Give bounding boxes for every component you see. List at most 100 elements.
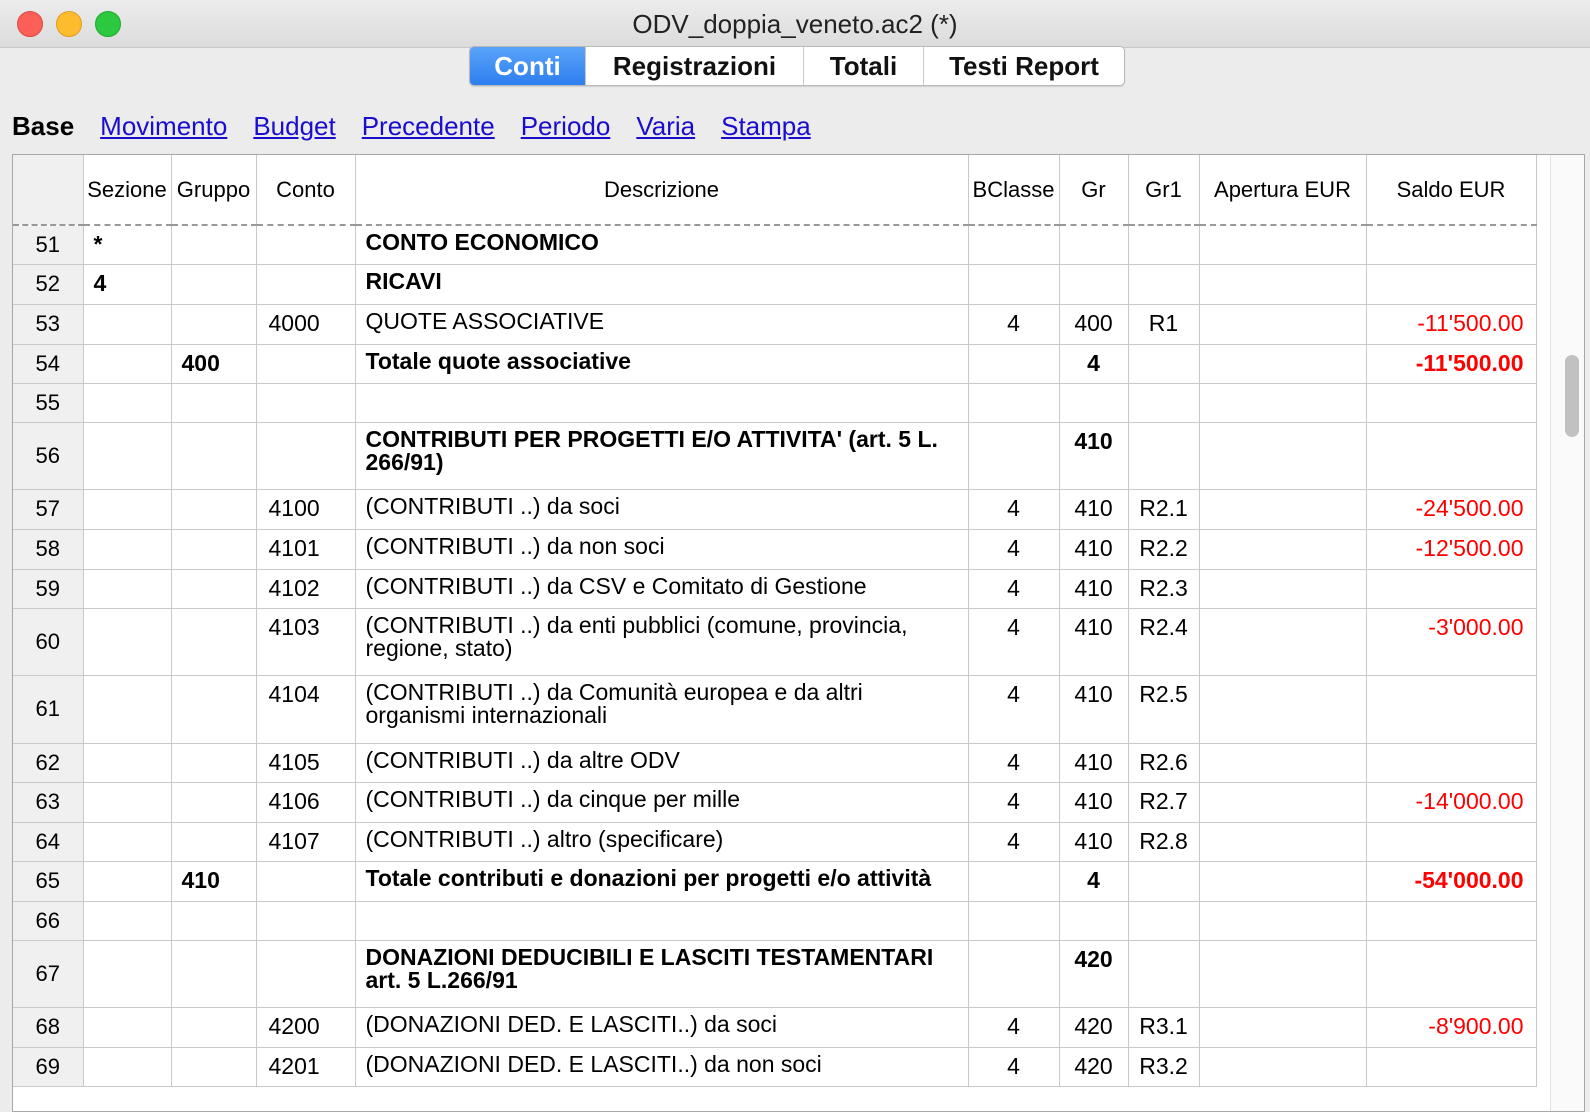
table-row[interactable]: 57 4100 (CONTRIBUTI ..) da soci 4 410 R2.1 -24… xyxy=(13,489,1537,530)
cell-descrizione[interactable]: (CONTRIBUTI ..) da enti pubblici (comune… xyxy=(355,608,969,676)
column-header-bclasse[interactable]: BClasse xyxy=(968,155,1060,226)
cell-gruppo[interactable] xyxy=(171,822,257,862)
cell-gr1[interactable] xyxy=(1128,861,1200,902)
cell-bclasse[interactable]: 4 xyxy=(968,489,1060,530)
cell-gruppo[interactable]: 400 xyxy=(171,344,257,384)
table-row[interactable]: 54 400 Totale quote associative 4 -11'500.00 xyxy=(13,344,1537,384)
cell-gruppo[interactable] xyxy=(171,422,257,490)
cell-descrizione[interactable]: RICAVI xyxy=(355,264,969,305)
cell-sezione[interactable] xyxy=(83,822,172,862)
row-number[interactable]: 62 xyxy=(13,743,84,783)
cell-bclasse[interactable]: 4 xyxy=(968,822,1060,862)
cell-gr1[interactable] xyxy=(1128,383,1200,423)
cell-apertura[interactable] xyxy=(1199,225,1367,265)
cell-descrizione[interactable]: Totale quote associative xyxy=(355,344,969,384)
cell-gr1[interactable] xyxy=(1128,225,1200,265)
cell-gr[interactable] xyxy=(1059,264,1129,305)
cell-saldo[interactable] xyxy=(1366,225,1537,265)
cell-gr[interactable]: 400 xyxy=(1059,304,1129,345)
column-header-saldo[interactable]: Saldo EUR xyxy=(1366,155,1537,226)
cell-descrizione[interactable]: DONAZIONI DEDUCIBILI E LASCITI TESTAMENT… xyxy=(355,940,969,1008)
cell-gr1[interactable]: R3.1 xyxy=(1128,1007,1200,1048)
cell-apertura[interactable] xyxy=(1199,1047,1367,1087)
cell-sezione[interactable] xyxy=(83,529,172,570)
cell-gr[interactable] xyxy=(1059,901,1129,941)
row-number[interactable]: 67 xyxy=(13,940,84,1008)
cell-bclasse[interactable]: 4 xyxy=(968,743,1060,783)
cell-sezione[interactable] xyxy=(83,304,172,345)
column-header-gr1[interactable]: Gr1 xyxy=(1128,155,1200,226)
cell-bclasse[interactable]: 4 xyxy=(968,675,1060,744)
cell-sezione[interactable] xyxy=(83,383,172,423)
cell-gr1[interactable] xyxy=(1128,901,1200,941)
cell-bclasse[interactable]: 4 xyxy=(968,529,1060,570)
row-number[interactable]: 66 xyxy=(13,901,84,941)
cell-descrizione[interactable]: (CONTRIBUTI ..) da soci xyxy=(355,489,969,530)
cell-gr[interactable]: 420 xyxy=(1059,1047,1129,1087)
row-number[interactable]: 61 xyxy=(13,675,84,744)
cell-saldo[interactable] xyxy=(1366,940,1537,1008)
cell-apertura[interactable] xyxy=(1199,383,1367,423)
cell-bclasse[interactable]: 4 xyxy=(968,608,1060,676)
cell-gr1[interactable] xyxy=(1128,264,1200,305)
cell-descrizione[interactable]: (CONTRIBUTI ..) altro (specificare) xyxy=(355,822,969,862)
cell-sezione[interactable] xyxy=(83,861,172,902)
cell-apertura[interactable] xyxy=(1199,901,1367,941)
cell-descrizione[interactable]: (CONTRIBUTI ..) da Comunità europea e da… xyxy=(355,675,969,744)
table-row[interactable]: 51 * CONTO ECONOMICO xyxy=(13,225,1537,265)
cell-gruppo[interactable] xyxy=(171,383,257,423)
column-header-apertura[interactable]: Apertura EUR xyxy=(1199,155,1367,226)
tab-conti[interactable]: Conti xyxy=(470,47,586,85)
table-row[interactable]: 61 4104 (CONTRIBUTI ..) da Comunità europe… xyxy=(13,675,1537,744)
cell-gr[interactable]: 4 xyxy=(1059,861,1129,902)
cell-apertura[interactable] xyxy=(1199,264,1367,305)
cell-saldo[interactable]: -24'500.00 xyxy=(1366,489,1537,530)
row-number[interactable]: 55 xyxy=(13,383,84,423)
view-link-periodo[interactable]: Periodo xyxy=(521,111,611,142)
cell-gruppo[interactable] xyxy=(171,264,257,305)
cell-saldo[interactable] xyxy=(1366,822,1537,862)
view-link-precedente[interactable]: Precedente xyxy=(362,111,495,142)
cell-gr[interactable]: 410 xyxy=(1059,608,1129,676)
column-header-conto[interactable]: Conto xyxy=(256,155,356,226)
tab-testi-report[interactable]: Testi Report xyxy=(924,47,1124,85)
cell-saldo[interactable] xyxy=(1366,675,1537,744)
cell-conto[interactable]: 4106 xyxy=(256,782,356,823)
view-link-budget[interactable]: Budget xyxy=(253,111,335,142)
cell-conto[interactable] xyxy=(256,383,356,423)
cell-descrizione[interactable]: (DONAZIONI DED. E LASCITI..) da soci xyxy=(355,1007,969,1048)
table-row[interactable]: 69 4201 (DONAZIONI DED. E LASCITI..) da no… xyxy=(13,1047,1537,1087)
row-number[interactable]: 51 xyxy=(13,225,84,265)
cell-gruppo[interactable] xyxy=(171,1047,257,1087)
cell-gr1[interactable]: R1 xyxy=(1128,304,1200,345)
cell-saldo[interactable]: -3'000.00 xyxy=(1366,608,1537,676)
cell-sezione[interactable] xyxy=(83,782,172,823)
cell-sezione[interactable] xyxy=(83,1007,172,1048)
cell-saldo[interactable]: -11'500.00 xyxy=(1366,304,1537,345)
cell-bclasse[interactable]: 4 xyxy=(968,782,1060,823)
cell-descrizione[interactable]: (CONTRIBUTI ..) da altre ODV xyxy=(355,743,969,783)
cell-conto[interactable]: 4100 xyxy=(256,489,356,530)
cell-gr[interactable]: 410 xyxy=(1059,822,1129,862)
cell-gruppo[interactable] xyxy=(171,225,257,265)
cell-bclasse[interactable] xyxy=(968,225,1060,265)
cell-bclasse[interactable] xyxy=(968,861,1060,902)
row-number[interactable]: 58 xyxy=(13,529,84,570)
table-row[interactable]: 63 4106 (CONTRIBUTI ..) da cinque per mill… xyxy=(13,782,1537,823)
cell-descrizione[interactable]: Totale contributi e donazioni per proget… xyxy=(355,861,969,902)
table-row[interactable]: 68 4200 (DONAZIONI DED. E LASCITI..) da so… xyxy=(13,1007,1537,1048)
cell-gr1[interactable] xyxy=(1128,344,1200,384)
cell-gruppo[interactable] xyxy=(171,608,257,676)
row-number[interactable]: 63 xyxy=(13,782,84,823)
cell-saldo[interactable]: -12'500.00 xyxy=(1366,529,1537,570)
cell-descrizione[interactable] xyxy=(355,383,969,423)
cell-gr1[interactable]: R2.1 xyxy=(1128,489,1200,530)
row-number[interactable]: 52 xyxy=(13,264,84,305)
cell-sezione[interactable] xyxy=(83,422,172,490)
table-row[interactable]: 62 4105 (CONTRIBUTI ..) da altre ODV 4 410 R2… xyxy=(13,743,1537,783)
view-link-stampa[interactable]: Stampa xyxy=(721,111,811,142)
cell-gr1[interactable] xyxy=(1128,422,1200,490)
cell-conto[interactable]: 4105 xyxy=(256,743,356,783)
cell-conto[interactable]: 4000 xyxy=(256,304,356,345)
cell-apertura[interactable] xyxy=(1199,1007,1367,1048)
